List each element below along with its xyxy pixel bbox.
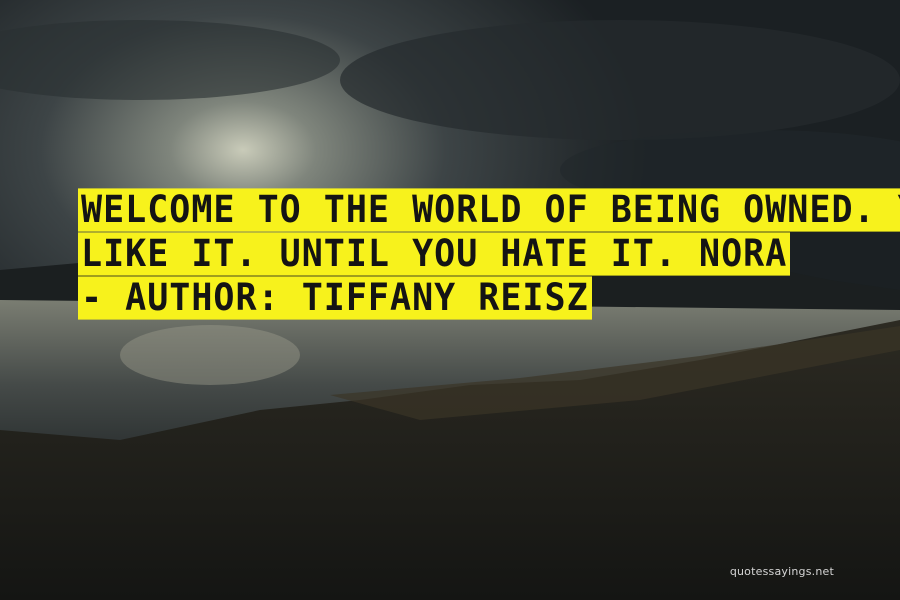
quote-text-block: WELCOME TO THE WORLD OF BEING OWNED. YOU… xyxy=(78,188,900,322)
author-attribution: - AUTHOR: TIFFANY REISZ xyxy=(78,276,592,320)
site-watermark: quotessayings.net xyxy=(729,565,834,578)
quote-line-2-row: LIKE IT. UNTIL YOU HATE IT. NORA xyxy=(78,232,858,278)
quote-image: WELCOME TO THE WORLD OF BEING OWNED. YOU… xyxy=(0,0,900,600)
author-row: - AUTHOR: TIFFANY REISZ xyxy=(78,276,858,322)
quote-line-1-row: WELCOME TO THE WORLD OF BEING OWNED. YOU… xyxy=(78,188,900,234)
quote-line-2: LIKE IT. UNTIL YOU HATE IT. NORA xyxy=(78,232,791,276)
quote-line-1: WELCOME TO THE WORLD OF BEING OWNED. YOU… xyxy=(78,188,900,232)
